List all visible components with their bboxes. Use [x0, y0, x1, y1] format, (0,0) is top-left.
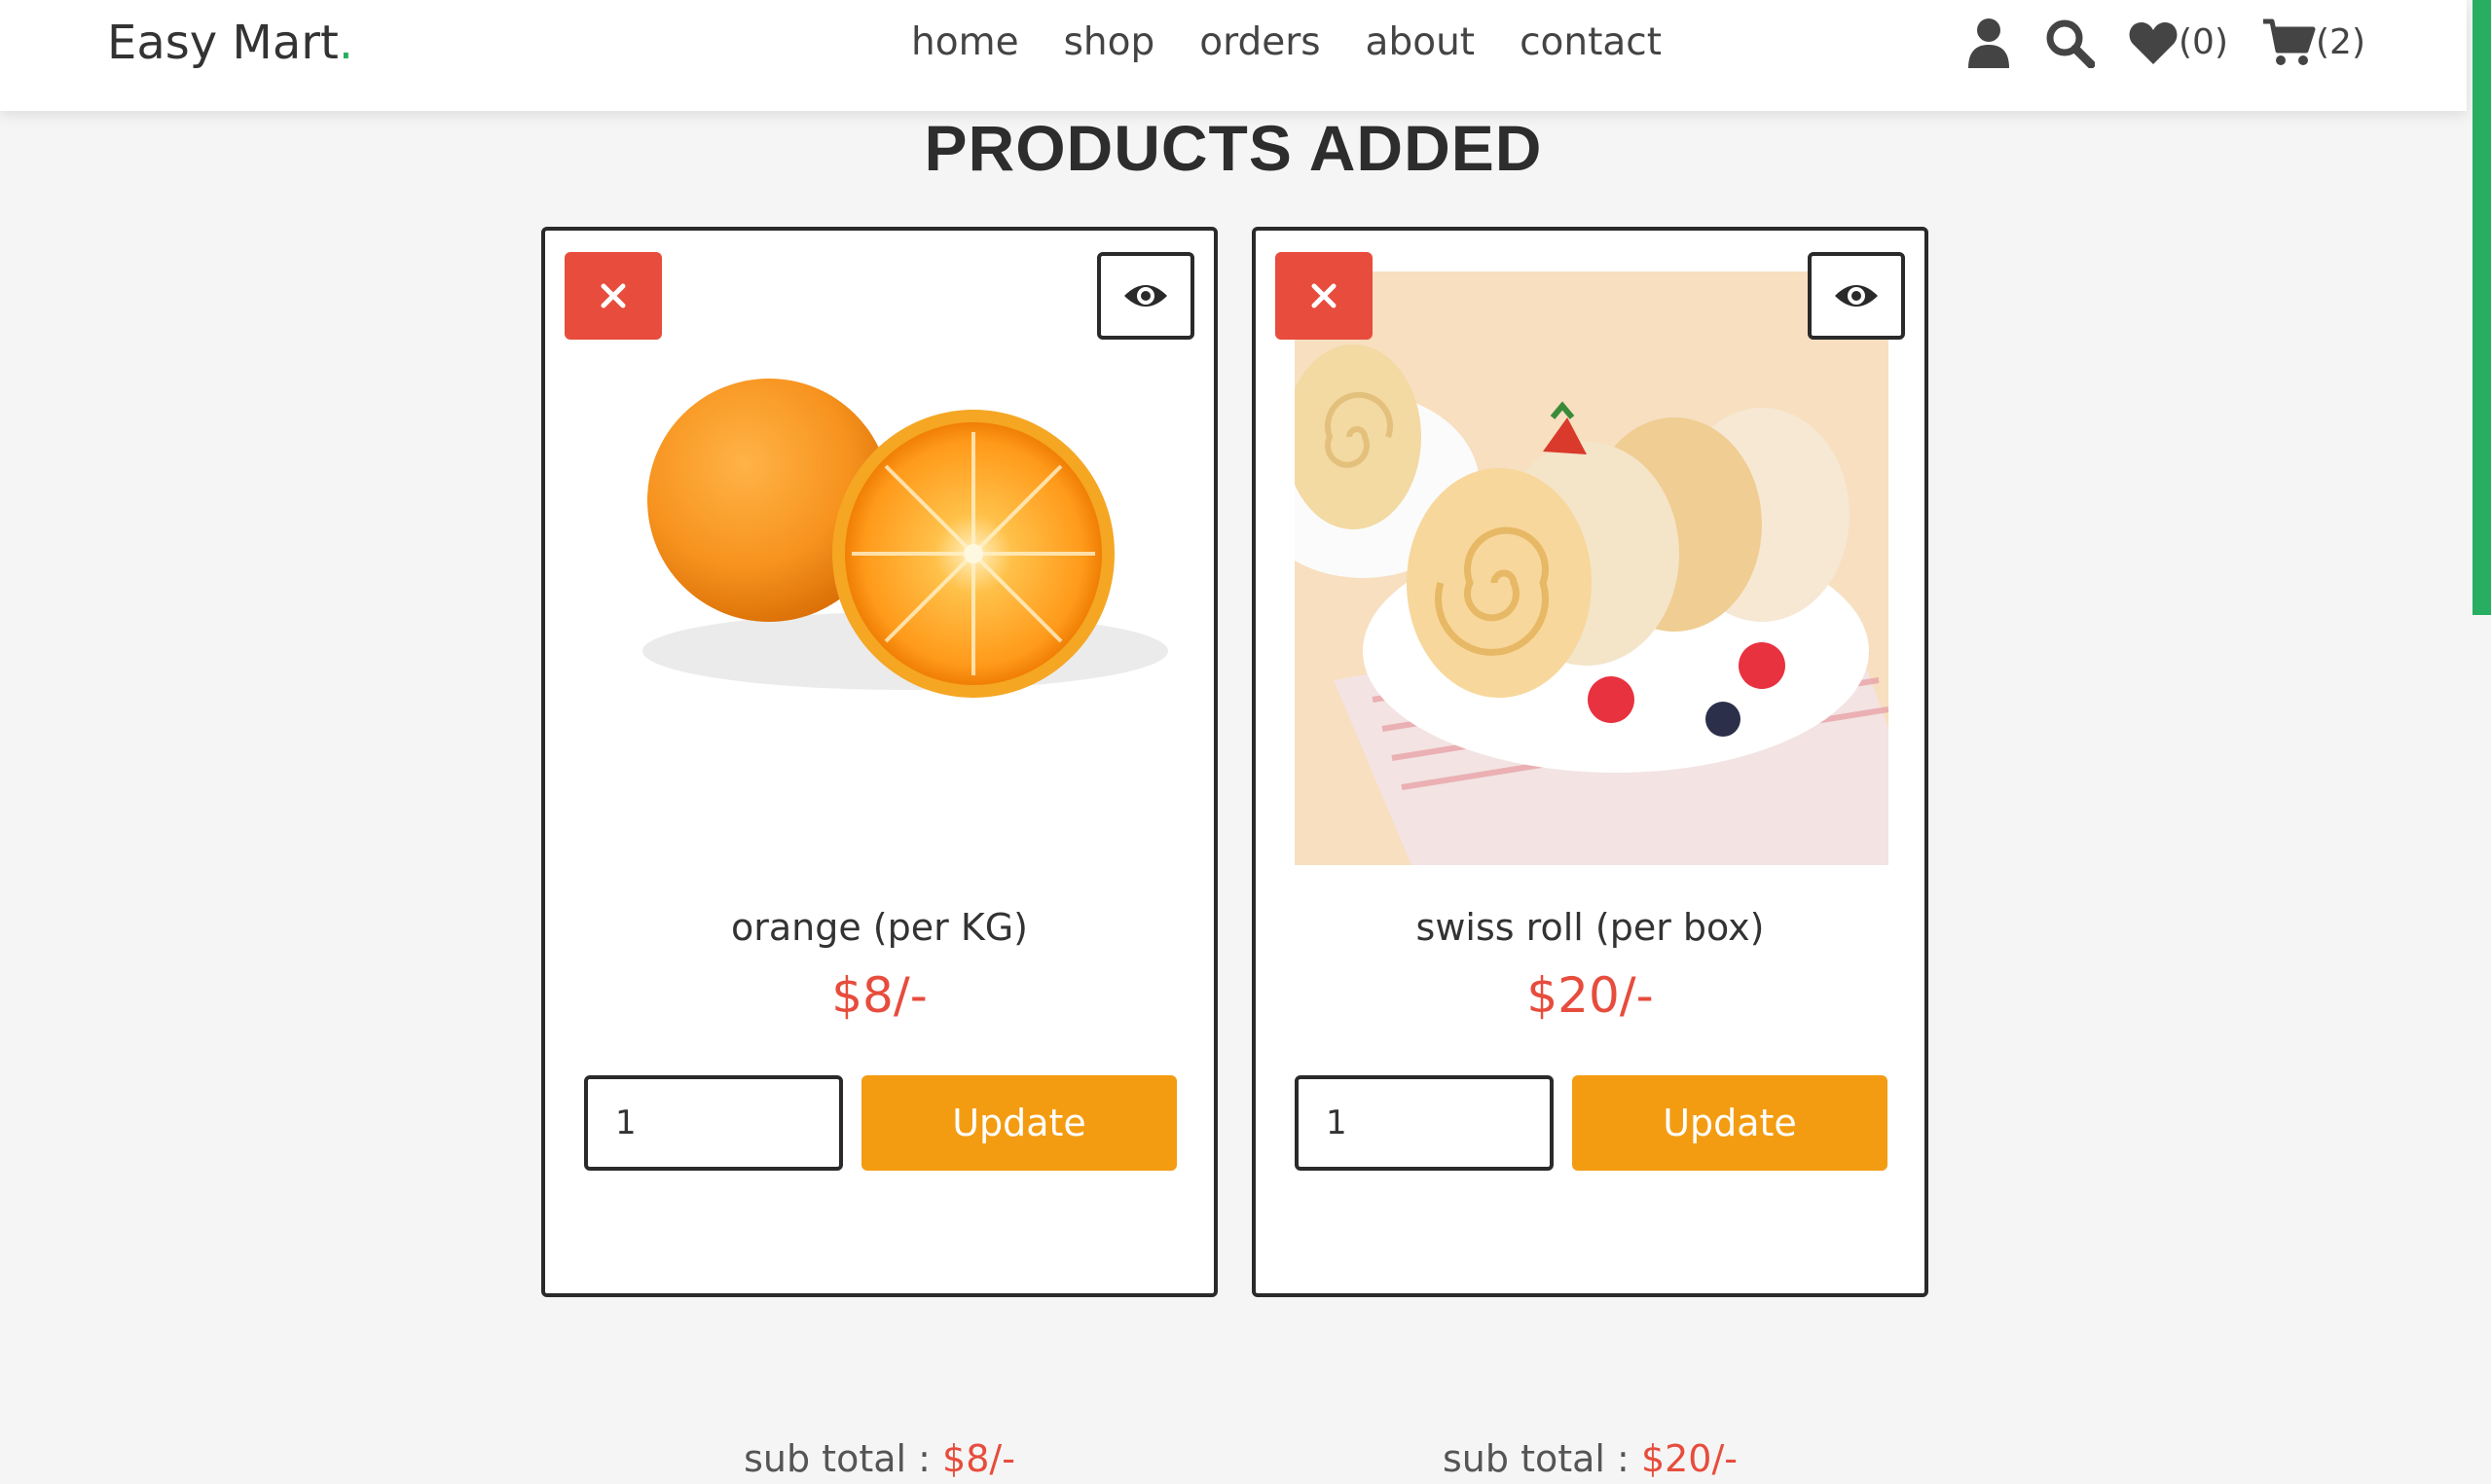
product-price: $8/- [831, 967, 928, 1024]
swiss-roll-image [1295, 271, 1888, 865]
nav-orders[interactable]: orders [1199, 14, 1320, 72]
product-name: swiss roll (per box) [1415, 906, 1765, 949]
quantity-input[interactable] [1295, 1075, 1554, 1171]
product-card: swiss roll (per box) $20/- Update sub to… [1252, 227, 1928, 1480]
header-icons: (0) (2) [1966, 14, 2365, 72]
eye-icon [1835, 285, 1878, 307]
update-button[interactable]: Update [861, 1075, 1177, 1171]
nav-about[interactable]: about [1366, 14, 1476, 72]
cart-button[interactable]: (2) [2261, 14, 2365, 72]
search-button[interactable] [2044, 18, 2095, 68]
product-price: $20/- [1526, 967, 1654, 1024]
heart-icon [2129, 22, 2178, 64]
user-icon [1968, 18, 2009, 68]
main-nav: home shop orders about contact [911, 14, 1706, 72]
nav-home[interactable]: home [911, 14, 1019, 72]
site-header: Easy Mart. home shop orders about contac… [0, 0, 2467, 111]
orange-image [584, 271, 1178, 865]
update-button[interactable]: Update [1572, 1075, 1887, 1171]
close-icon [1311, 283, 1337, 308]
subtotal-label: sub total : [1443, 1437, 1641, 1480]
logo-text: Easy Mart [107, 16, 339, 70]
wishlist-count: (0) [2179, 22, 2228, 62]
search-icon [2046, 19, 2095, 68]
view-button[interactable] [1808, 252, 1905, 340]
subtotal-value: $8/- [942, 1437, 1015, 1480]
logo-dot: . [338, 16, 354, 70]
page-title: PRODUCTS ADDED [924, 112, 1543, 184]
nav-shop[interactable]: shop [1064, 14, 1155, 72]
quantity-input[interactable] [584, 1075, 843, 1171]
remove-button[interactable] [1275, 252, 1373, 340]
nav-contact[interactable]: contact [1520, 14, 1662, 72]
cart-icon [2263, 18, 2316, 65]
product-card: orange (per KG) $8/- Update sub total : … [541, 227, 1218, 1480]
subtotal: sub total : $8/- [545, 1433, 1214, 1484]
user-button[interactable] [1966, 18, 2011, 68]
subtotal-value: $20/- [1640, 1437, 1738, 1480]
subtotal: sub total : $20/- [1256, 1433, 1924, 1484]
cart-count: (2) [2316, 22, 2365, 62]
subtotal-label: sub total : [744, 1437, 943, 1480]
product-name: orange (per KG) [730, 906, 1029, 949]
scrollbar-thumb[interactable] [2473, 0, 2491, 615]
wishlist-button[interactable]: (0) [2128, 14, 2228, 72]
site-logo[interactable]: Easy Mart. [107, 14, 353, 72]
